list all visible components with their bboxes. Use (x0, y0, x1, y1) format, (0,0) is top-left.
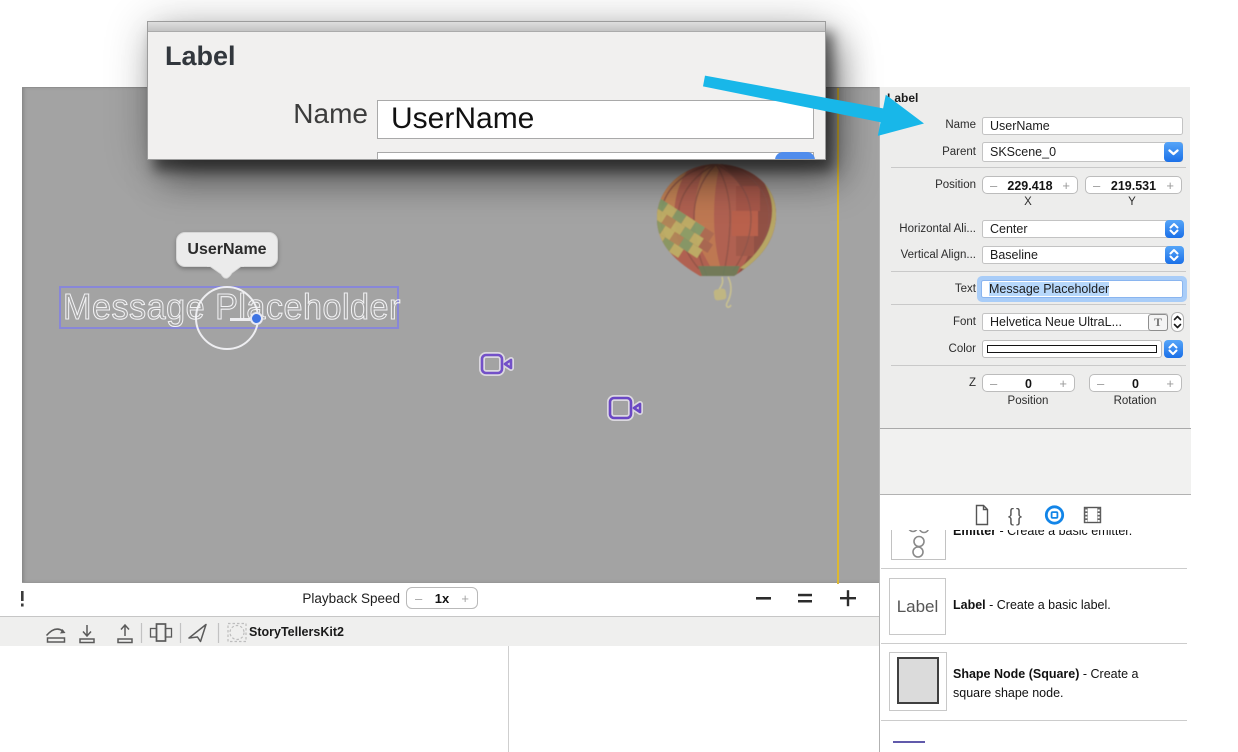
svg-text:}: } (1016, 506, 1022, 526)
svg-text:{: { (1008, 506, 1014, 526)
